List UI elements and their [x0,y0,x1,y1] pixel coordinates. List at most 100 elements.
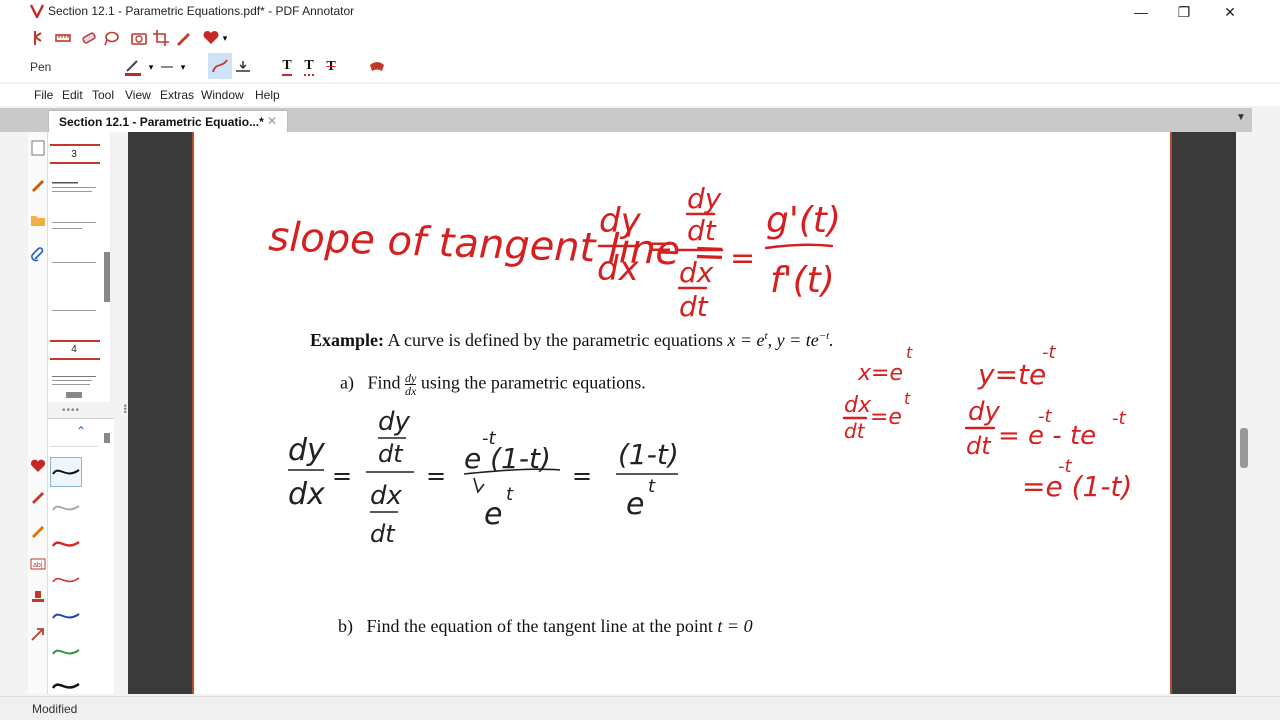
ink-black-equals: = [572,462,592,490]
ink-y-equals: y=te [977,358,1046,391]
menu-help[interactable]: Help [255,88,280,102]
splitter-grip-icon[interactable]: •••• [62,405,80,416]
maximize-button[interactable]: ❐ [1161,0,1207,24]
ink-black-exp: t [506,484,514,505]
thumbnail-scrollbar-thumb[interactable] [104,252,110,302]
ink-black-equals: = [332,462,352,490]
text-strikethrough-icon[interactable]: T [320,56,342,78]
current-tool-label: Pen [30,60,52,74]
ink-black-arrow [473,477,485,494]
ink-exp-t: t [906,343,913,362]
app-window: Section 12.1 - Parametric Equations.pdf*… [0,0,1280,720]
panel-resize-handle[interactable] [66,392,82,398]
ink-dx-dt-num: dx [679,256,714,289]
ink-exp-neg-t: -t [1042,342,1056,363]
ink-f-prime: f'(t) [770,260,835,301]
ink-dt-3: dt [844,419,866,443]
ink-black-dy: dy [288,433,326,468]
ink-factored: =e (1-t) [1022,470,1132,503]
crop-icon[interactable] [150,27,172,49]
minimize-button[interactable]: — [1118,0,1164,24]
ink-black-dt: dt [378,440,404,468]
pen-swatch-green[interactable] [50,637,82,667]
highlighter-icon[interactable] [172,27,194,49]
ink-dt: dt [687,214,717,247]
menu-edit[interactable]: Edit [62,88,83,102]
ink-fraction-bar [764,243,834,250]
select-icon[interactable] [30,27,52,49]
text-squiggly-icon[interactable]: T [298,56,320,78]
ink-dy: dy [599,201,642,241]
ink-equals: = [648,229,673,264]
ink-x-equals: x=e [857,361,903,386]
ink-black-dy-2: dy [378,407,411,437]
pen-swatch-gray[interactable] [50,493,82,523]
text-underline-icon[interactable]: T [276,56,298,78]
menu-window[interactable]: Window [201,88,244,102]
menu-file[interactable]: File [34,88,53,102]
ink-eq-e: =e [870,405,902,430]
thumbnail-page-number: 3 [71,149,77,160]
ink-dxdt: dx [844,393,872,418]
menu-extras[interactable]: Extras [160,88,194,102]
document-tab[interactable]: Section 12.1 - Parametric Equatio...* ✕ [48,110,288,132]
thumbnail-page-border [50,162,100,164]
arrow-tool-icon[interactable] [30,626,46,642]
window-title: Section 12.1 - Parametric Equations.pdf*… [48,4,355,18]
highlighter-tool-icon[interactable] [30,522,46,538]
thumbnail-page-3[interactable] [50,170,100,320]
pdf-annotator-logo-icon [30,4,44,18]
stamp-tool-icon[interactable] [30,590,46,606]
ink-dy-dt-num: dy [687,182,722,215]
annotations-pen-icon[interactable] [30,176,46,192]
ink-annotations[interactable]: slope of tangent line = dy dx = dy dt dx… [194,132,1174,694]
pdf-page[interactable]: Example: A curve is defined by the param… [192,132,1172,694]
thumbnail-page-border [50,144,100,146]
pen-tool-icon[interactable] [30,488,46,504]
tab-list-dropdown-icon[interactable]: ▼ [1236,112,1246,123]
ink-exp-t: t [904,389,911,408]
ink-exp-neg-t: -t [1038,406,1052,427]
pen-swatch-blue[interactable] [50,601,82,631]
menu-view[interactable]: View [125,88,151,102]
attachment-icon[interactable] [30,246,46,262]
svg-text:ab|: ab| [33,562,43,569]
document-tab-strip: Section 12.1 - Parametric Equatio...* ✕ [0,108,1252,132]
pen-swatch-black[interactable] [50,457,82,487]
lasso-icon[interactable] [100,27,122,49]
ink-exp-neg-t: -t [1112,408,1126,429]
ink-black-exp: -t [482,428,496,449]
ink-black-exp: t [648,476,656,497]
chevron-down-icon[interactable]: ▾ [214,27,236,49]
ink-dt-2: dt [679,290,709,323]
tab-close-icon[interactable]: ✕ [267,114,277,128]
eraser-icon[interactable] [78,27,100,49]
ruler-icon[interactable] [52,27,74,49]
pen-swatch-red-thin[interactable] [50,565,82,595]
ink-black-et: e [484,497,502,532]
status-bar: Modified [0,696,1280,720]
text-box-icon[interactable]: ab| [30,556,46,572]
ink-dydt: dy [968,397,1001,427]
freehand-pen-icon[interactable] [208,53,232,79]
thumbnail-page-number: 4 [71,344,77,355]
ink-equals: = [730,241,755,276]
thumbnail-page-border [50,340,100,342]
ink-black-dx: dx [288,477,325,512]
camera-icon[interactable] [128,27,150,49]
stamp-icon[interactable] [366,56,388,78]
document-scrollbar-thumb[interactable] [1240,428,1248,468]
favorite-pens-heart-icon[interactable] [30,458,46,474]
favorites-scrollbar-thumb[interactable] [104,433,110,443]
straight-line-icon[interactable] [232,56,254,78]
ink-black-dt-2: dt [370,520,396,548]
close-button[interactable]: ✕ [1207,0,1253,24]
favorites-header [50,419,98,447]
page-thumbnails-icon[interactable] [30,140,46,156]
menu-tool[interactable]: Tool [92,88,114,102]
pen-swatch-red[interactable] [50,529,82,559]
folder-icon[interactable] [30,212,46,228]
chevron-down-icon[interactable]: ▾ [172,56,194,78]
thumbnail-panel: 3 4 [48,132,110,402]
chevron-up-icon[interactable]: ⌃ [76,424,86,438]
